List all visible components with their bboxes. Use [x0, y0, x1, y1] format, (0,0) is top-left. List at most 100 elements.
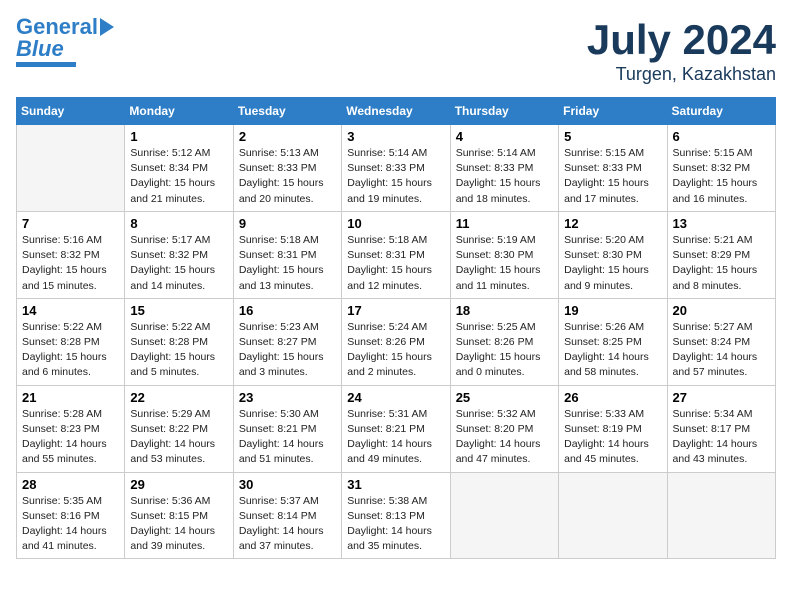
day-info: Sunrise: 5:22 AM Sunset: 8:28 PM Dayligh…: [22, 320, 119, 381]
day-cell: 10 Sunrise: 5:18 AM Sunset: 8:31 PM Dayli…: [342, 211, 450, 298]
day-info: Sunrise: 5:30 AM Sunset: 8:21 PM Dayligh…: [239, 407, 336, 468]
week-row-3: 14 Sunrise: 5:22 AM Sunset: 8:28 PM Dayli…: [17, 298, 776, 385]
day-cell: 6 Sunrise: 5:15 AM Sunset: 8:32 PM Daylig…: [667, 125, 775, 212]
day-cell: 12 Sunrise: 5:20 AM Sunset: 8:30 PM Dayli…: [559, 211, 667, 298]
day-info: Sunrise: 5:15 AM Sunset: 8:32 PM Dayligh…: [673, 146, 770, 207]
col-header-tuesday: Tuesday: [233, 98, 341, 125]
day-number: 3: [347, 129, 444, 144]
day-number: 19: [564, 303, 661, 318]
day-info: Sunrise: 5:28 AM Sunset: 8:23 PM Dayligh…: [22, 407, 119, 468]
day-number: 14: [22, 303, 119, 318]
day-cell: 11 Sunrise: 5:19 AM Sunset: 8:30 PM Dayli…: [450, 211, 558, 298]
logo-text: General: [16, 16, 98, 38]
week-row-2: 7 Sunrise: 5:16 AM Sunset: 8:32 PM Daylig…: [17, 211, 776, 298]
col-header-sunday: Sunday: [17, 98, 125, 125]
day-info: Sunrise: 5:31 AM Sunset: 8:21 PM Dayligh…: [347, 407, 444, 468]
day-number: 11: [456, 216, 553, 231]
day-number: 23: [239, 390, 336, 405]
day-info: Sunrise: 5:19 AM Sunset: 8:30 PM Dayligh…: [456, 233, 553, 294]
day-cell: 13 Sunrise: 5:21 AM Sunset: 8:29 PM Dayli…: [667, 211, 775, 298]
day-info: Sunrise: 5:25 AM Sunset: 8:26 PM Dayligh…: [456, 320, 553, 381]
day-cell: 2Sunrise: 5:13 AM Sunset: 8:33 PM Daylig…: [233, 125, 341, 212]
day-number: 22: [130, 390, 227, 405]
day-cell: 7 Sunrise: 5:16 AM Sunset: 8:32 PM Daylig…: [17, 211, 125, 298]
day-info: Sunrise: 5:20 AM Sunset: 8:30 PM Dayligh…: [564, 233, 661, 294]
logo: General Blue: [16, 16, 114, 67]
day-cell: 4Sunrise: 5:14 AM Sunset: 8:33 PM Daylig…: [450, 125, 558, 212]
logo-arrow-icon: [100, 18, 114, 36]
day-cell: 18 Sunrise: 5:25 AM Sunset: 8:26 PM Dayli…: [450, 298, 558, 385]
day-cell: 16 Sunrise: 5:23 AM Sunset: 8:27 PM Dayli…: [233, 298, 341, 385]
day-cell: 31Sunrise: 5:38 AM Sunset: 8:13 PM Dayli…: [342, 472, 450, 559]
calendar-body: 1 Sunrise: 5:12 AM Sunset: 8:34 PM Daylig…: [17, 125, 776, 559]
col-header-monday: Monday: [125, 98, 233, 125]
day-cell: 24 Sunrise: 5:31 AM Sunset: 8:21 PM Dayli…: [342, 385, 450, 472]
day-number: 13: [673, 216, 770, 231]
day-cell: 25Sunrise: 5:32 AM Sunset: 8:20 PM Dayli…: [450, 385, 558, 472]
calendar-title-block: July 2024 Turgen, Kazakhstan: [587, 16, 776, 85]
day-cell: 22 Sunrise: 5:29 AM Sunset: 8:22 PM Dayli…: [125, 385, 233, 472]
day-number: 10: [347, 216, 444, 231]
day-number: 5: [564, 129, 661, 144]
day-info: Sunrise: 5:33 AM Sunset: 8:19 PM Dayligh…: [564, 407, 661, 468]
day-cell: 26 Sunrise: 5:33 AM Sunset: 8:19 PM Dayli…: [559, 385, 667, 472]
day-number: 1: [130, 129, 227, 144]
day-number: 6: [673, 129, 770, 144]
day-info: Sunrise: 5:18 AM Sunset: 8:31 PM Dayligh…: [347, 233, 444, 294]
day-number: 18: [456, 303, 553, 318]
day-number: 20: [673, 303, 770, 318]
day-info: Sunrise: 5:32 AM Sunset: 8:20 PM Dayligh…: [456, 407, 553, 468]
day-info: Sunrise: 5:36 AM Sunset: 8:15 PM Dayligh…: [130, 494, 227, 555]
logo-underline: [16, 62, 76, 67]
day-info: Sunrise: 5:38 AM Sunset: 8:13 PM Dayligh…: [347, 494, 444, 555]
day-cell: 15 Sunrise: 5:22 AM Sunset: 8:28 PM Dayli…: [125, 298, 233, 385]
day-cell: 30Sunrise: 5:37 AM Sunset: 8:14 PM Dayli…: [233, 472, 341, 559]
day-cell: 21 Sunrise: 5:28 AM Sunset: 8:23 PM Dayli…: [17, 385, 125, 472]
day-info: Sunrise: 5:14 AM Sunset: 8:33 PM Dayligh…: [347, 146, 444, 207]
logo-blue: Blue: [16, 38, 64, 60]
day-number: 2: [239, 129, 336, 144]
day-cell: 5Sunrise: 5:15 AM Sunset: 8:33 PM Daylig…: [559, 125, 667, 212]
day-info: Sunrise: 5:16 AM Sunset: 8:32 PM Dayligh…: [22, 233, 119, 294]
day-info: Sunrise: 5:17 AM Sunset: 8:32 PM Dayligh…: [130, 233, 227, 294]
day-info: Sunrise: 5:29 AM Sunset: 8:22 PM Dayligh…: [130, 407, 227, 468]
day-number: 7: [22, 216, 119, 231]
day-cell: 8Sunrise: 5:17 AM Sunset: 8:32 PM Daylig…: [125, 211, 233, 298]
day-cell: 1 Sunrise: 5:12 AM Sunset: 8:34 PM Daylig…: [125, 125, 233, 212]
day-number: 12: [564, 216, 661, 231]
day-number: 29: [130, 477, 227, 492]
day-number: 26: [564, 390, 661, 405]
day-info: Sunrise: 5:12 AM Sunset: 8:34 PM Dayligh…: [130, 146, 227, 207]
calendar-title: July 2024: [587, 16, 776, 64]
day-cell: 29 Sunrise: 5:36 AM Sunset: 8:15 PM Dayli…: [125, 472, 233, 559]
col-header-wednesday: Wednesday: [342, 98, 450, 125]
col-header-thursday: Thursday: [450, 98, 558, 125]
day-info: Sunrise: 5:21 AM Sunset: 8:29 PM Dayligh…: [673, 233, 770, 294]
day-info: Sunrise: 5:34 AM Sunset: 8:17 PM Dayligh…: [673, 407, 770, 468]
day-info: Sunrise: 5:22 AM Sunset: 8:28 PM Dayligh…: [130, 320, 227, 381]
day-info: Sunrise: 5:18 AM Sunset: 8:31 PM Dayligh…: [239, 233, 336, 294]
day-cell: 3 Sunrise: 5:14 AM Sunset: 8:33 PM Daylig…: [342, 125, 450, 212]
day-number: 16: [239, 303, 336, 318]
day-number: 21: [22, 390, 119, 405]
day-cell: 28Sunrise: 5:35 AM Sunset: 8:16 PM Dayli…: [17, 472, 125, 559]
day-number: 4: [456, 129, 553, 144]
calendar-header: SundayMondayTuesdayWednesdayThursdayFrid…: [17, 98, 776, 125]
col-header-saturday: Saturday: [667, 98, 775, 125]
day-cell: 14 Sunrise: 5:22 AM Sunset: 8:28 PM Dayli…: [17, 298, 125, 385]
day-number: 15: [130, 303, 227, 318]
day-info: Sunrise: 5:26 AM Sunset: 8:25 PM Dayligh…: [564, 320, 661, 381]
col-header-friday: Friday: [559, 98, 667, 125]
day-cell: 23 Sunrise: 5:30 AM Sunset: 8:21 PM Dayli…: [233, 385, 341, 472]
day-info: Sunrise: 5:27 AM Sunset: 8:24 PM Dayligh…: [673, 320, 770, 381]
day-number: 30: [239, 477, 336, 492]
day-cell: 19 Sunrise: 5:26 AM Sunset: 8:25 PM Dayli…: [559, 298, 667, 385]
calendar-subtitle: Turgen, Kazakhstan: [587, 64, 776, 85]
calendar-table: SundayMondayTuesdayWednesdayThursdayFrid…: [16, 97, 776, 559]
week-row-4: 21 Sunrise: 5:28 AM Sunset: 8:23 PM Dayli…: [17, 385, 776, 472]
day-info: Sunrise: 5:23 AM Sunset: 8:27 PM Dayligh…: [239, 320, 336, 381]
day-number: 24: [347, 390, 444, 405]
day-info: Sunrise: 5:35 AM Sunset: 8:16 PM Dayligh…: [22, 494, 119, 555]
day-number: 17: [347, 303, 444, 318]
day-cell: 9Sunrise: 5:18 AM Sunset: 8:31 PM Daylig…: [233, 211, 341, 298]
